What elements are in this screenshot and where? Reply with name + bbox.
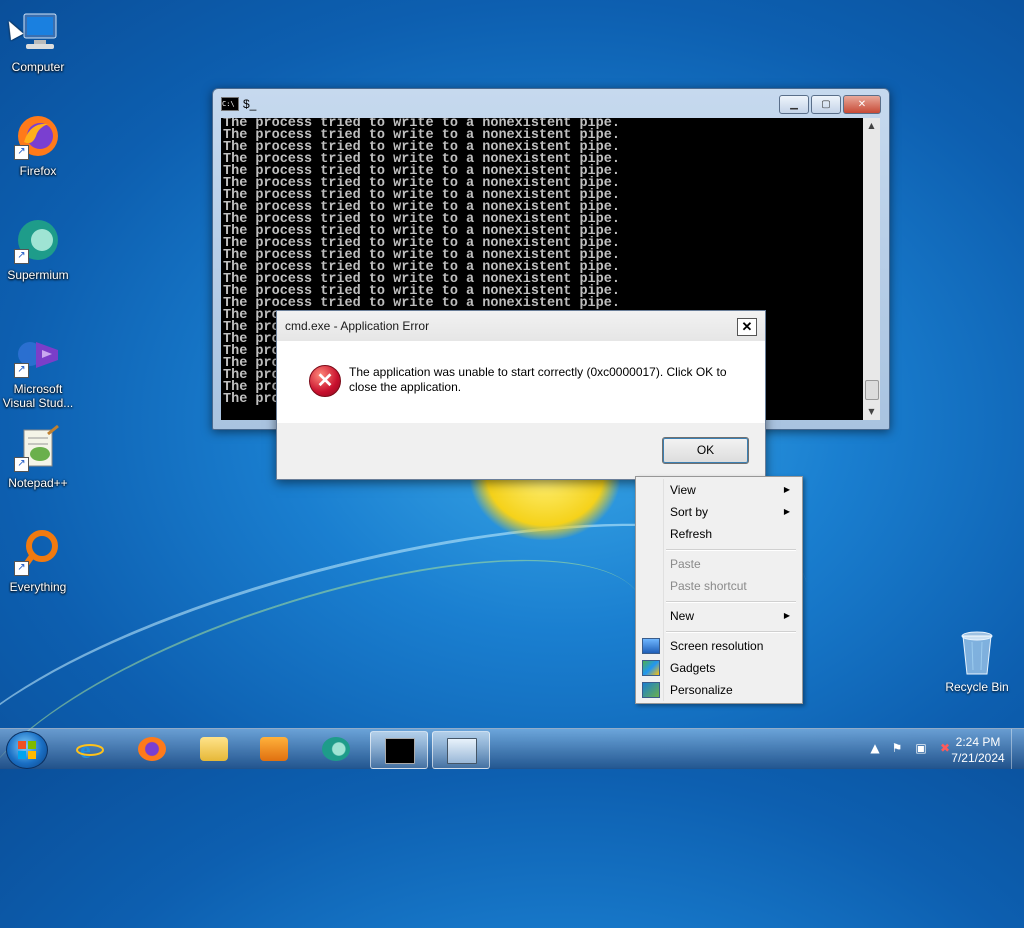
menu-separator xyxy=(666,549,796,551)
menu-item-paste[interactable]: Paste xyxy=(638,553,798,575)
desktop-context-menu: View ▶ Sort by ▶ Refresh Paste Paste sho… xyxy=(635,476,803,704)
menu-item-label: Refresh xyxy=(670,527,713,541)
dialog-message: The application was unable to start corr… xyxy=(349,365,727,394)
submenu-arrow-icon: ▶ xyxy=(783,611,790,620)
menu-item-sort-by[interactable]: Sort by ▶ xyxy=(638,501,798,523)
menu-item-refresh[interactable]: Refresh xyxy=(638,523,798,545)
clock-date: 7/21/2024 xyxy=(951,751,1005,765)
menu-item-label: Screen resolution xyxy=(670,639,764,653)
file-explorer-icon xyxy=(200,737,228,761)
menu-item-paste-shortcut[interactable]: Paste shortcut xyxy=(638,575,798,597)
firefox-icon xyxy=(138,737,166,761)
dialog-footer: OK xyxy=(277,423,765,479)
desktop-icon-label: Computer xyxy=(11,60,65,74)
desktop-icon-label: Recycle Bin xyxy=(945,680,1009,694)
error-dialog[interactable]: cmd.exe - Application Error ✕ ✕ The appl… xyxy=(276,310,766,480)
menu-item-label: Personalize xyxy=(670,683,733,697)
cmd-titlebar[interactable]: C:\ $_ xyxy=(221,97,256,111)
screen-resolution-icon xyxy=(642,638,660,654)
shortcut-arrow-icon: ↗ xyxy=(14,249,29,264)
dialog-title[interactable]: cmd.exe - Application Error xyxy=(277,311,765,341)
everything-icon: ↗ xyxy=(14,528,62,576)
menu-item-label: New xyxy=(670,609,695,623)
menu-item-new[interactable]: New ▶ xyxy=(638,605,798,627)
dialog-close-button[interactable]: ✕ xyxy=(737,318,757,336)
start-button[interactable] xyxy=(6,731,48,769)
action-center-flag-icon[interactable]: ⚑ xyxy=(890,741,904,755)
internet-explorer-icon: e xyxy=(76,737,104,764)
desktop-icon-recycle-bin[interactable]: Recycle Bin xyxy=(940,628,1014,694)
taskbar-cmd[interactable] xyxy=(370,731,428,769)
recycle-bin-icon xyxy=(953,628,1001,678)
menu-item-label: Sort by xyxy=(670,505,709,519)
show-desktop-button[interactable] xyxy=(1011,729,1024,769)
shortcut-arrow-icon: ↗ xyxy=(14,561,29,576)
visual-studio-icon: ↗ xyxy=(14,330,62,378)
firefox-icon: ↗ xyxy=(14,112,62,160)
desktop-icon-computer[interactable]: Computer xyxy=(0,8,76,74)
maximize-button[interactable]: ▢ xyxy=(811,95,841,114)
desktop-icon-label: Notepad++ xyxy=(8,476,68,490)
menu-item-view[interactable]: View ▶ xyxy=(638,479,798,501)
taskbar-firefox[interactable] xyxy=(124,731,180,767)
menu-item-label: Paste shortcut xyxy=(670,579,747,593)
minimize-button[interactable]: ▁ xyxy=(779,95,809,114)
menu-item-label: Paste xyxy=(670,557,701,571)
submenu-arrow-icon: ▶ xyxy=(783,507,790,516)
gadgets-icon xyxy=(642,660,660,676)
desktop-icon-label: Firefox xyxy=(19,164,57,178)
error-icon: ✕ xyxy=(309,365,341,397)
network-icon[interactable]: ▣ xyxy=(914,741,928,755)
desktop-icon-supermium[interactable]: ↗ Supermium xyxy=(0,216,76,282)
menu-separator xyxy=(666,631,796,633)
cmd-icon xyxy=(385,738,415,764)
shortcut-arrow-icon: ↗ xyxy=(14,145,29,160)
notepadpp-icon: ↗ xyxy=(14,424,62,472)
taskbar-internet-explorer[interactable]: e xyxy=(62,731,118,767)
menu-item-label: Gadgets xyxy=(670,661,716,675)
menu-separator xyxy=(666,601,796,603)
supermium-icon: ↗ xyxy=(14,216,62,264)
taskbar-app-window[interactable] xyxy=(432,731,490,769)
desktop-icon-everything[interactable]: ↗ Everything xyxy=(0,528,76,594)
console-line: The process tried to write to a nonexist… xyxy=(223,296,620,311)
system-tray: ▲ ⚑ ▣ ✖ 2:24 PM 7/21/2024 xyxy=(824,729,1024,769)
menu-item-label: View xyxy=(670,483,696,497)
menu-item-screen-resolution[interactable]: Screen resolution xyxy=(638,635,798,657)
desktop-icon-label: Microsoft Visual Stud... xyxy=(2,382,74,410)
cmd-icon: C:\ xyxy=(221,97,239,111)
scroll-thumb[interactable] xyxy=(865,380,879,400)
menu-item-personalize[interactable]: Personalize xyxy=(638,679,798,701)
clock-time: 2:24 PM xyxy=(955,735,1001,749)
desktop-icon-notepadpp[interactable]: ↗ Notepad++ xyxy=(0,424,76,490)
desktop-icon-visual-studio[interactable]: ↗ Microsoft Visual Stud... xyxy=(0,330,76,410)
desktop-icon-label: Supermium xyxy=(7,268,69,282)
personalize-icon xyxy=(642,682,660,698)
windows-logo-icon xyxy=(18,741,36,759)
submenu-arrow-icon: ▶ xyxy=(783,485,790,494)
taskbar: e ▲ ⚑ ▣ ✖ 2:24 PM 7/21/2024 xyxy=(0,728,1024,769)
cmd-window-title: $_ xyxy=(243,97,257,111)
app-window-icon xyxy=(447,738,477,764)
taskbar-clock[interactable]: 2:24 PM 7/21/2024 xyxy=(946,734,1010,766)
supermium-icon xyxy=(322,737,350,761)
svg-text:e: e xyxy=(80,738,91,761)
console-scrollbar[interactable]: ▲ ▼ xyxy=(863,118,880,420)
shortcut-arrow-icon: ↗ xyxy=(14,363,29,378)
ok-button[interactable]: OK xyxy=(662,437,749,464)
desktop-icon-firefox[interactable]: ↗ Firefox xyxy=(0,112,76,178)
shortcut-arrow-icon: ↗ xyxy=(14,457,29,472)
taskbar-file-explorer[interactable] xyxy=(186,731,242,767)
scroll-down-icon[interactable]: ▼ xyxy=(863,404,880,420)
show-hidden-icons-icon[interactable]: ▲ xyxy=(868,741,882,755)
close-button[interactable]: ✕ xyxy=(843,95,881,114)
menu-item-gadgets[interactable]: Gadgets xyxy=(638,657,798,679)
taskbar-supermium[interactable] xyxy=(308,731,364,767)
media-player-icon xyxy=(260,737,288,761)
desktop-icon-label: Everything xyxy=(9,580,67,594)
taskbar-media-player[interactable] xyxy=(246,731,302,767)
scroll-up-icon[interactable]: ▲ xyxy=(863,118,880,134)
